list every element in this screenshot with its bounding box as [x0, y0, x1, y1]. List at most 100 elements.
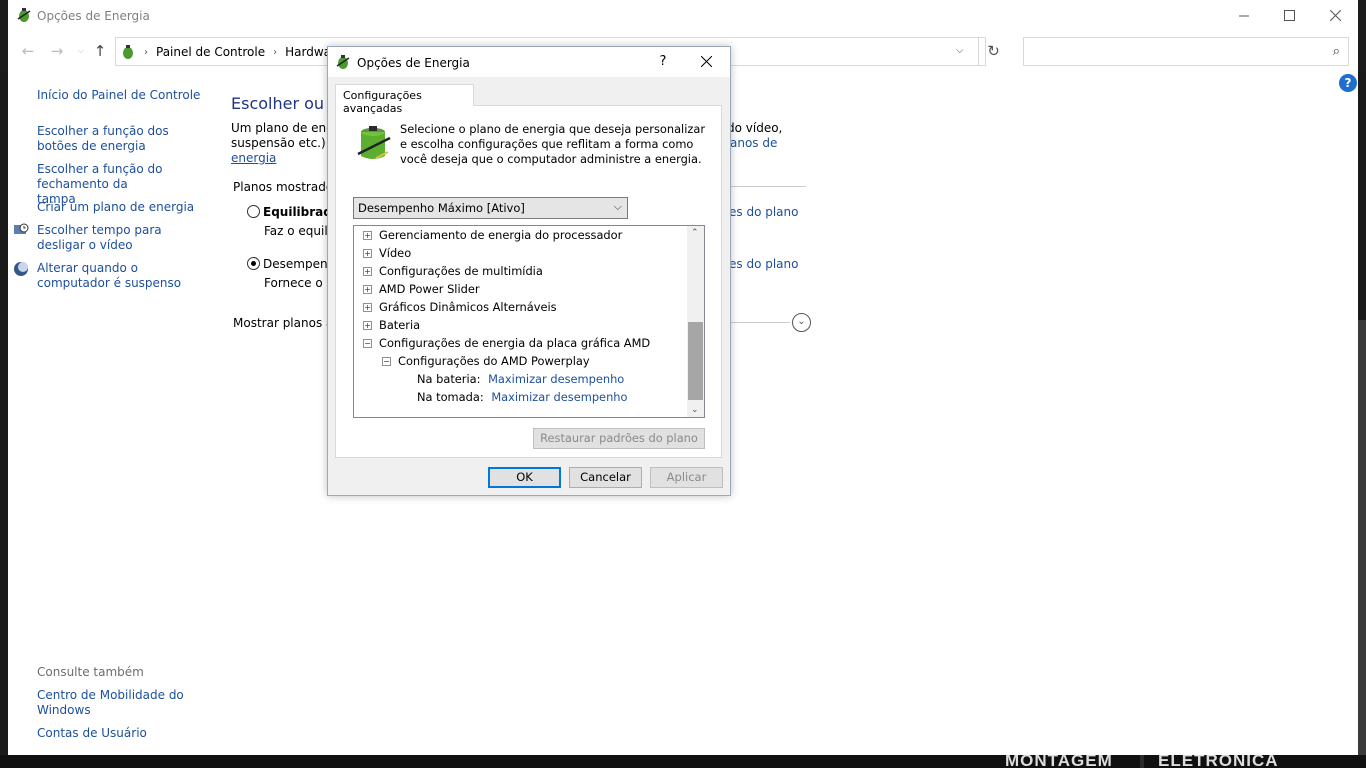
refresh-icon[interactable]: ↻ — [978, 38, 1008, 65]
setting-label-plugged-in: Na tomada: — [417, 390, 484, 404]
expand-icon[interactable]: + — [363, 267, 372, 276]
tree-item-label: Configurações de energia da placa gráfic… — [379, 336, 651, 350]
tree-setting-row[interactable]: Na tomada: Maximizar desempenho — [417, 388, 627, 406]
show-more-plans-label[interactable]: Mostrar planos ad — [233, 316, 341, 331]
moon-icon — [14, 262, 28, 276]
tree-item[interactable]: + Gráficos Dinâmicos Alternáveis — [363, 298, 557, 316]
setting-value-battery[interactable]: Maximizar desempenho — [484, 372, 624, 386]
plan-name-performance: Desempenh — [263, 257, 336, 271]
expand-icon[interactable]: + — [363, 231, 372, 240]
create-plan-link[interactable]: Criar um plano de energia — [37, 200, 194, 215]
power-options-dialog: Opções de Energia ? Configurações avança… — [327, 46, 731, 496]
desktop-edge — [0, 72, 8, 768]
expand-icon[interactable]: + — [363, 285, 372, 294]
minimize-button[interactable] — [1221, 0, 1267, 31]
intro-text-line1-right: do vídeo, — [727, 121, 783, 135]
tree-item-label: Gerenciamento de energia do processador — [379, 228, 623, 242]
plan-radio-balanced[interactable] — [247, 205, 260, 218]
power-plans-link-2[interactable]: energia — [231, 151, 276, 166]
background-text: ELETRÔNICA — [1158, 755, 1279, 768]
tree-item[interactable]: + Configurações de multimídia — [363, 262, 543, 280]
back-arrow-icon[interactable]: ← — [18, 41, 38, 61]
close-button[interactable] — [1312, 0, 1358, 31]
tab-advanced-settings[interactable]: Configurações avançadas — [335, 84, 474, 115]
forward-arrow-icon[interactable]: → — [47, 41, 67, 61]
help-icon[interactable]: ? — [1339, 74, 1357, 92]
settings-tree[interactable]: + Gerenciamento de energia do processado… — [353, 225, 705, 418]
power-buttons-link[interactable]: Escolher a função dos botões de energia — [37, 124, 207, 154]
tree-item-label: AMD Power Slider — [379, 282, 480, 296]
tree-scrollbar[interactable]: ⌃ ⌄ — [687, 226, 704, 417]
divider — [730, 186, 806, 187]
minimize-icon — [1239, 15, 1249, 16]
sleep-settings-link[interactable]: Alterar quando o computador é suspenso — [37, 261, 207, 291]
tree-item[interactable]: + Bateria — [363, 316, 420, 334]
maximize-icon — [1283, 10, 1295, 21]
display-clock-icon — [14, 223, 29, 234]
plan-settings-link-performance[interactable]: es do plano — [729, 257, 798, 272]
control-panel-icon — [123, 45, 133, 59]
window-titlebar: Opções de Energia — [8, 0, 1358, 31]
battery-icon — [357, 126, 391, 159]
window-title: Opções de Energia — [37, 9, 150, 23]
chevron-down-icon: ⌵ — [613, 200, 622, 213]
power-options-icon — [336, 55, 350, 69]
expand-icon[interactable]: + — [363, 249, 372, 258]
tree-item-label: Configurações do AMD Powerplay — [398, 354, 590, 368]
tree-item[interactable]: + Gerenciamento de energia do processado… — [363, 226, 622, 244]
expand-icon[interactable]: + — [363, 321, 372, 330]
dialog-description: Selecione o plano de energia que deseja … — [400, 122, 706, 166]
dialog-titlebar: Opções de Energia ? — [328, 47, 730, 77]
tree-item-label: Gráficos Dinâmicos Alternáveis — [379, 300, 557, 314]
apply-button[interactable]: Aplicar — [650, 467, 723, 488]
scroll-up-icon[interactable]: ⌃ — [691, 228, 699, 238]
background-block — [1140, 755, 1144, 768]
search-input[interactable]: ⌕ — [1023, 37, 1349, 66]
chevron-down-icon[interactable]: ⌄ — [792, 313, 811, 332]
tree-item[interactable]: + AMD Power Slider — [363, 280, 480, 298]
plan-desc-performance: Fornece o d — [264, 276, 335, 290]
tree-setting-row[interactable]: Na bateria: Maximizar desempenho — [417, 370, 624, 388]
tree-item[interactable]: − Configurações do AMD Powerplay — [382, 352, 590, 370]
user-accounts-link[interactable]: Contas de Usuário — [37, 726, 147, 741]
see-also-heading: Consulte também — [37, 665, 144, 679]
up-arrow-icon[interactable]: ↑ — [90, 41, 110, 61]
collapse-icon[interactable]: − — [363, 339, 372, 348]
search-icon: ⌕ — [1332, 44, 1340, 59]
cancel-button[interactable]: Cancelar — [569, 467, 642, 488]
power-plans-link[interactable]: anos de — [730, 136, 777, 151]
desktop-edge — [1358, 320, 1366, 768]
chevron-down-icon[interactable]: ⌵ — [956, 45, 970, 59]
tree-item-label: Configurações de multimídia — [379, 264, 543, 278]
display-off-time-link[interactable]: Escolher tempo para desligar o vídeo — [37, 223, 207, 253]
control-panel-home-link[interactable]: Início do Painel de Controle — [37, 88, 200, 103]
background-text: MONTAGEM — [1005, 755, 1113, 768]
dialog-help-button[interactable]: ? — [648, 47, 678, 77]
breadcrumb-control-panel[interactable]: Painel de Controle — [148, 45, 273, 59]
dialog-title: Opções de Energia — [357, 56, 470, 70]
recent-dropdown-icon[interactable]: ⌵ — [71, 41, 91, 61]
dialog-close-button[interactable] — [682, 47, 730, 77]
collapse-icon[interactable]: − — [382, 357, 391, 366]
chevron-right-icon: › — [144, 46, 148, 58]
setting-value-plugged-in[interactable]: Maximizar desempenho — [487, 390, 627, 404]
setting-label-battery: Na bateria: — [417, 372, 481, 386]
divider — [730, 322, 790, 323]
plans-shown-label: Planos mostrados — [233, 180, 340, 194]
scrollbar-thumb[interactable] — [688, 322, 703, 400]
mobility-center-link[interactable]: Centro de Mobilidade do Windows — [37, 688, 187, 718]
close-icon — [1329, 10, 1341, 21]
close-icon — [700, 55, 712, 68]
tree-item[interactable]: + Vídeo — [363, 244, 411, 262]
expand-icon[interactable]: + — [363, 303, 372, 312]
plan-settings-link-balanced[interactable]: es do plano — [729, 205, 798, 220]
plan-select[interactable]: Desempenho Máximo [Ativo] ⌵ — [353, 197, 628, 219]
power-options-icon — [17, 8, 31, 22]
tree-item[interactable]: − Configurações de energia da placa gráf… — [363, 334, 650, 352]
scroll-down-icon[interactable]: ⌄ — [691, 405, 699, 415]
maximize-button[interactable] — [1266, 0, 1312, 31]
plan-radio-performance[interactable] — [247, 257, 260, 270]
restore-defaults-button[interactable]: Restaurar padrões do plano — [533, 428, 705, 449]
ok-button[interactable]: OK — [488, 467, 561, 488]
advanced-settings-panel: Selecione o plano de energia que deseja … — [335, 105, 722, 458]
